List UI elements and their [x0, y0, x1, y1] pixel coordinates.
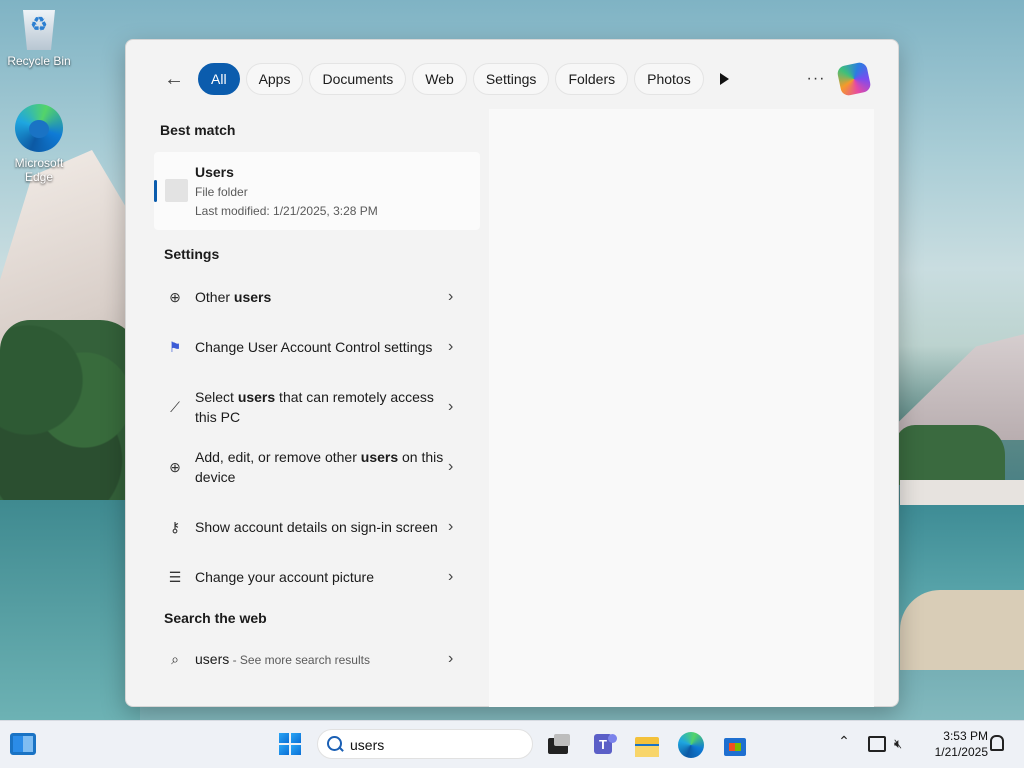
chevron-right-icon: › [448, 398, 454, 415]
desktop-icon-label: Microsoft Edge [14, 156, 64, 184]
remote-access-icon: ⟋ [170, 398, 180, 415]
result-name: Users [195, 164, 234, 180]
taskbar-search-box[interactable] [317, 729, 533, 759]
chevron-right-icon: › [448, 338, 454, 355]
user-add-icon: ⊕ [169, 288, 181, 305]
chevron-right-icon: › [448, 650, 454, 667]
setting-add-edit-users[interactable]: ⊕ Add, edit, or remove other users on th… [154, 446, 480, 488]
setting-label: Other users [195, 289, 272, 305]
arrow-left-icon: ← [164, 67, 184, 90]
search-icon [326, 735, 344, 753]
filter-bar: ← All Apps Documents Web Settings Folder… [158, 62, 740, 96]
widgets-icon[interactable] [10, 733, 36, 755]
web-result-label: users - See more search results [195, 650, 370, 667]
windows-logo-icon [279, 733, 289, 743]
setting-label: Select users that can remotely access th… [195, 389, 434, 425]
wallpaper-trees-right [895, 425, 1005, 485]
account-picture-icon: ☰ [168, 568, 182, 585]
recycle-bin-icon [23, 10, 55, 50]
settings-section-title: Settings [164, 246, 220, 262]
chevron-right-icon: › [448, 568, 454, 585]
more-filters-play-icon[interactable] [710, 63, 740, 95]
more-options-button[interactable]: ··· [802, 66, 830, 92]
network-icon[interactable] [868, 736, 886, 752]
clock-date: 1/21/2025 [934, 745, 988, 759]
filter-photos[interactable]: Photos [634, 63, 704, 95]
setting-account-details[interactable]: ⚷ Show account details on sign-in screen… [154, 506, 480, 548]
uac-flag-icon: ⚑ [168, 338, 182, 355]
result-type: File folder [195, 185, 248, 199]
setting-change-uac[interactable]: ⚑ Change User Account Control settings › [154, 326, 480, 368]
filter-web[interactable]: Web [412, 63, 467, 95]
setting-label: Change your account picture [195, 569, 374, 585]
selection-indicator [154, 180, 157, 202]
chevron-right-icon: › [448, 458, 454, 475]
wallpaper-water [0, 500, 140, 720]
preview-pane [489, 109, 874, 707]
search-panel: ← All Apps Documents Web Settings Folder… [125, 39, 899, 707]
edge-icon [15, 104, 63, 152]
task-view-icon[interactable] [546, 732, 572, 758]
volume-icon[interactable]: 🔇︎ [894, 736, 910, 752]
microsoft-store-icon[interactable] [722, 732, 748, 758]
search-input[interactable] [350, 735, 520, 755]
best-match-title: Best match [160, 122, 236, 138]
teams-icon[interactable] [592, 732, 618, 758]
filter-settings[interactable]: Settings [472, 63, 550, 95]
chevron-up-icon[interactable]: ⌃ [836, 733, 852, 753]
clock-time: 3:53 PM [943, 729, 988, 743]
start-button[interactable] [279, 733, 301, 755]
best-match-result[interactable]: Users File folder Last modified: 1/21/20… [154, 152, 480, 230]
chevron-right-icon: › [448, 518, 454, 535]
user-add-icon: ⊕ [169, 458, 181, 475]
setting-remote-users[interactable]: ⟋ Select users that can remotely access … [154, 386, 480, 428]
chevron-right-icon: › [448, 288, 454, 305]
search-icon: ⌕ [171, 650, 179, 667]
desktop-icon-label: Recycle Bin [7, 54, 71, 68]
filter-folders[interactable]: Folders [555, 63, 629, 95]
edge-icon[interactable] [678, 732, 704, 758]
desktop-icon-edge[interactable]: Microsoft Edge [0, 104, 78, 184]
setting-label: Change User Account Control settings [195, 339, 433, 355]
desktop-icon-recycle-bin[interactable]: Recycle Bin [0, 10, 78, 68]
key-icon: ⚷ [169, 518, 181, 535]
setting-label: Show account details on sign-in screen [195, 519, 438, 535]
wallpaper-grass [900, 590, 1024, 670]
notification-bell-icon[interactable] [990, 735, 1004, 751]
setting-label: Add, edit, or remove other users on this… [195, 449, 444, 485]
back-button[interactable]: ← [158, 63, 190, 95]
filter-apps[interactable]: Apps [245, 63, 304, 95]
setting-other-users[interactable]: ⊕ Other users › [154, 282, 480, 312]
filter-all[interactable]: All [198, 63, 240, 95]
web-search-result[interactable]: ⌕ users - See more search results › [154, 644, 480, 674]
copilot-icon[interactable] [836, 61, 872, 97]
setting-account-picture[interactable]: ☰ Change your account picture › [154, 562, 480, 592]
search-web-title: Search the web [164, 610, 267, 626]
wallpaper-mountain-right [880, 330, 1024, 440]
system-clock[interactable]: 3:53 PM 1/21/2025 [916, 728, 988, 760]
filter-documents[interactable]: Documents [309, 63, 407, 95]
file-explorer-icon[interactable] [634, 732, 660, 758]
result-modified: Last modified: 1/21/2025, 3:28 PM [195, 204, 378, 218]
wallpaper-trees [0, 320, 140, 520]
folder-icon [165, 179, 188, 202]
